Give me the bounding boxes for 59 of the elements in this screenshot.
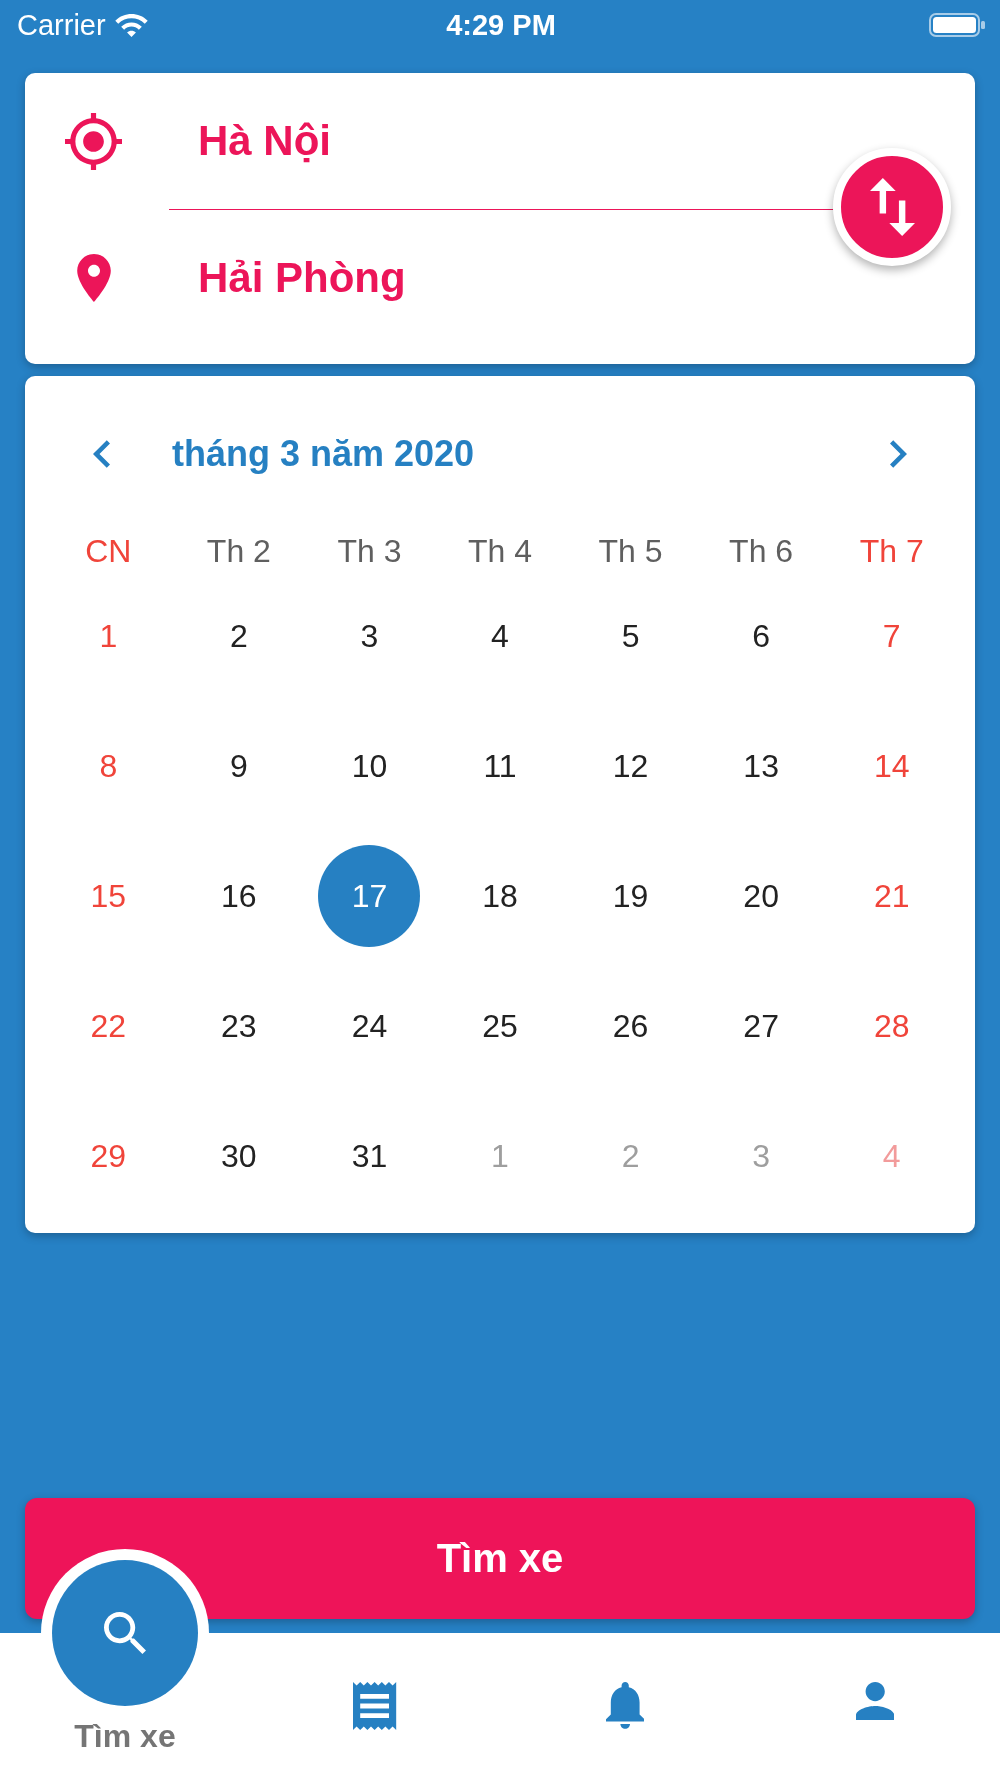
carrier-label: Carrier [17,8,106,42]
calendar-day[interactable]: 27 [710,975,813,1077]
calendar-day[interactable]: 11 [449,715,551,817]
calendar-day[interactable]: 7 [840,585,943,687]
chevron-right-icon [890,440,907,468]
calendar-day[interactable]: 15 [57,845,160,947]
calendar-day[interactable]: 20 [710,845,813,947]
month-title: tháng 3 năm 2020 [172,432,475,476]
status-time: 4:29 PM [446,8,556,42]
battery-icon [929,13,985,37]
weekday-label: Th 2 [206,532,271,570]
calendar-day[interactable]: 5 [579,585,682,687]
calendar-day[interactable]: 29 [57,1105,160,1207]
chevron-left-icon [93,440,110,468]
calendar-day[interactable]: 14 [840,715,943,817]
calendar-day[interactable]: 6 [710,585,813,687]
nav-tab[interactable] [353,1682,397,1730]
calendar-day[interactable]: 26 [579,975,682,1077]
calendar-day[interactable]: 18 [449,845,551,947]
calendar-day[interactable]: 19 [579,845,682,947]
weekday-label: Th 7 [859,532,924,570]
calendar-day[interactable]: 22 [57,975,160,1077]
destination-field[interactable]: Hải Phòng [198,253,406,303]
weekday-label: Th 6 [729,532,794,570]
calendar-day[interactable]: 30 [187,1105,290,1207]
calendar-day[interactable]: 13 [710,715,813,817]
weekday-label: Th 5 [598,532,663,570]
next-month-button[interactable] [890,440,907,468]
calendar-day[interactable]: 8 [57,715,160,817]
calendar-day[interactable]: 3 [318,585,421,687]
nav-tab[interactable] [855,1682,895,1721]
calendar-day[interactable]: 2 [187,585,290,687]
calendar-day[interactable]: 25 [449,975,551,1077]
bell-icon [605,1682,645,1729]
calendar-day[interactable]: 16 [187,845,290,947]
calendar-day[interactable]: 31 [318,1105,421,1207]
calendar-day[interactable]: 28 [840,975,943,1077]
calendar-day[interactable]: 4 [449,585,551,687]
weekday-label: Th 4 [467,532,532,570]
calendar-day[interactable]: 17 [318,845,421,947]
previous-month-button[interactable] [93,440,110,468]
nav-tab[interactable] [605,1682,645,1729]
calendar-day[interactable]: 21 [840,845,943,947]
calendar-day[interactable]: 23 [187,975,290,1077]
weekday-label: CN [85,532,132,570]
calendar-day[interactable]: 9 [187,715,290,817]
origin-field[interactable]: Hà Nội [198,116,331,166]
calendar-day[interactable]: 24 [318,975,421,1077]
wifi-icon [114,13,148,37]
swap-arrows-icon [869,178,915,236]
receipt-icon [353,1682,397,1730]
location-pin-icon [76,254,111,302]
calendar-day[interactable]: 1 [57,585,160,687]
weekday-label: Th 3 [337,532,402,570]
calendar-day[interactable]: 10 [318,715,421,817]
calendar-day[interactable]: 12 [579,715,682,817]
search-button[interactable]: Tìm xe [25,1498,975,1619]
person-icon [855,1682,895,1721]
crosshair-icon [65,112,122,170]
